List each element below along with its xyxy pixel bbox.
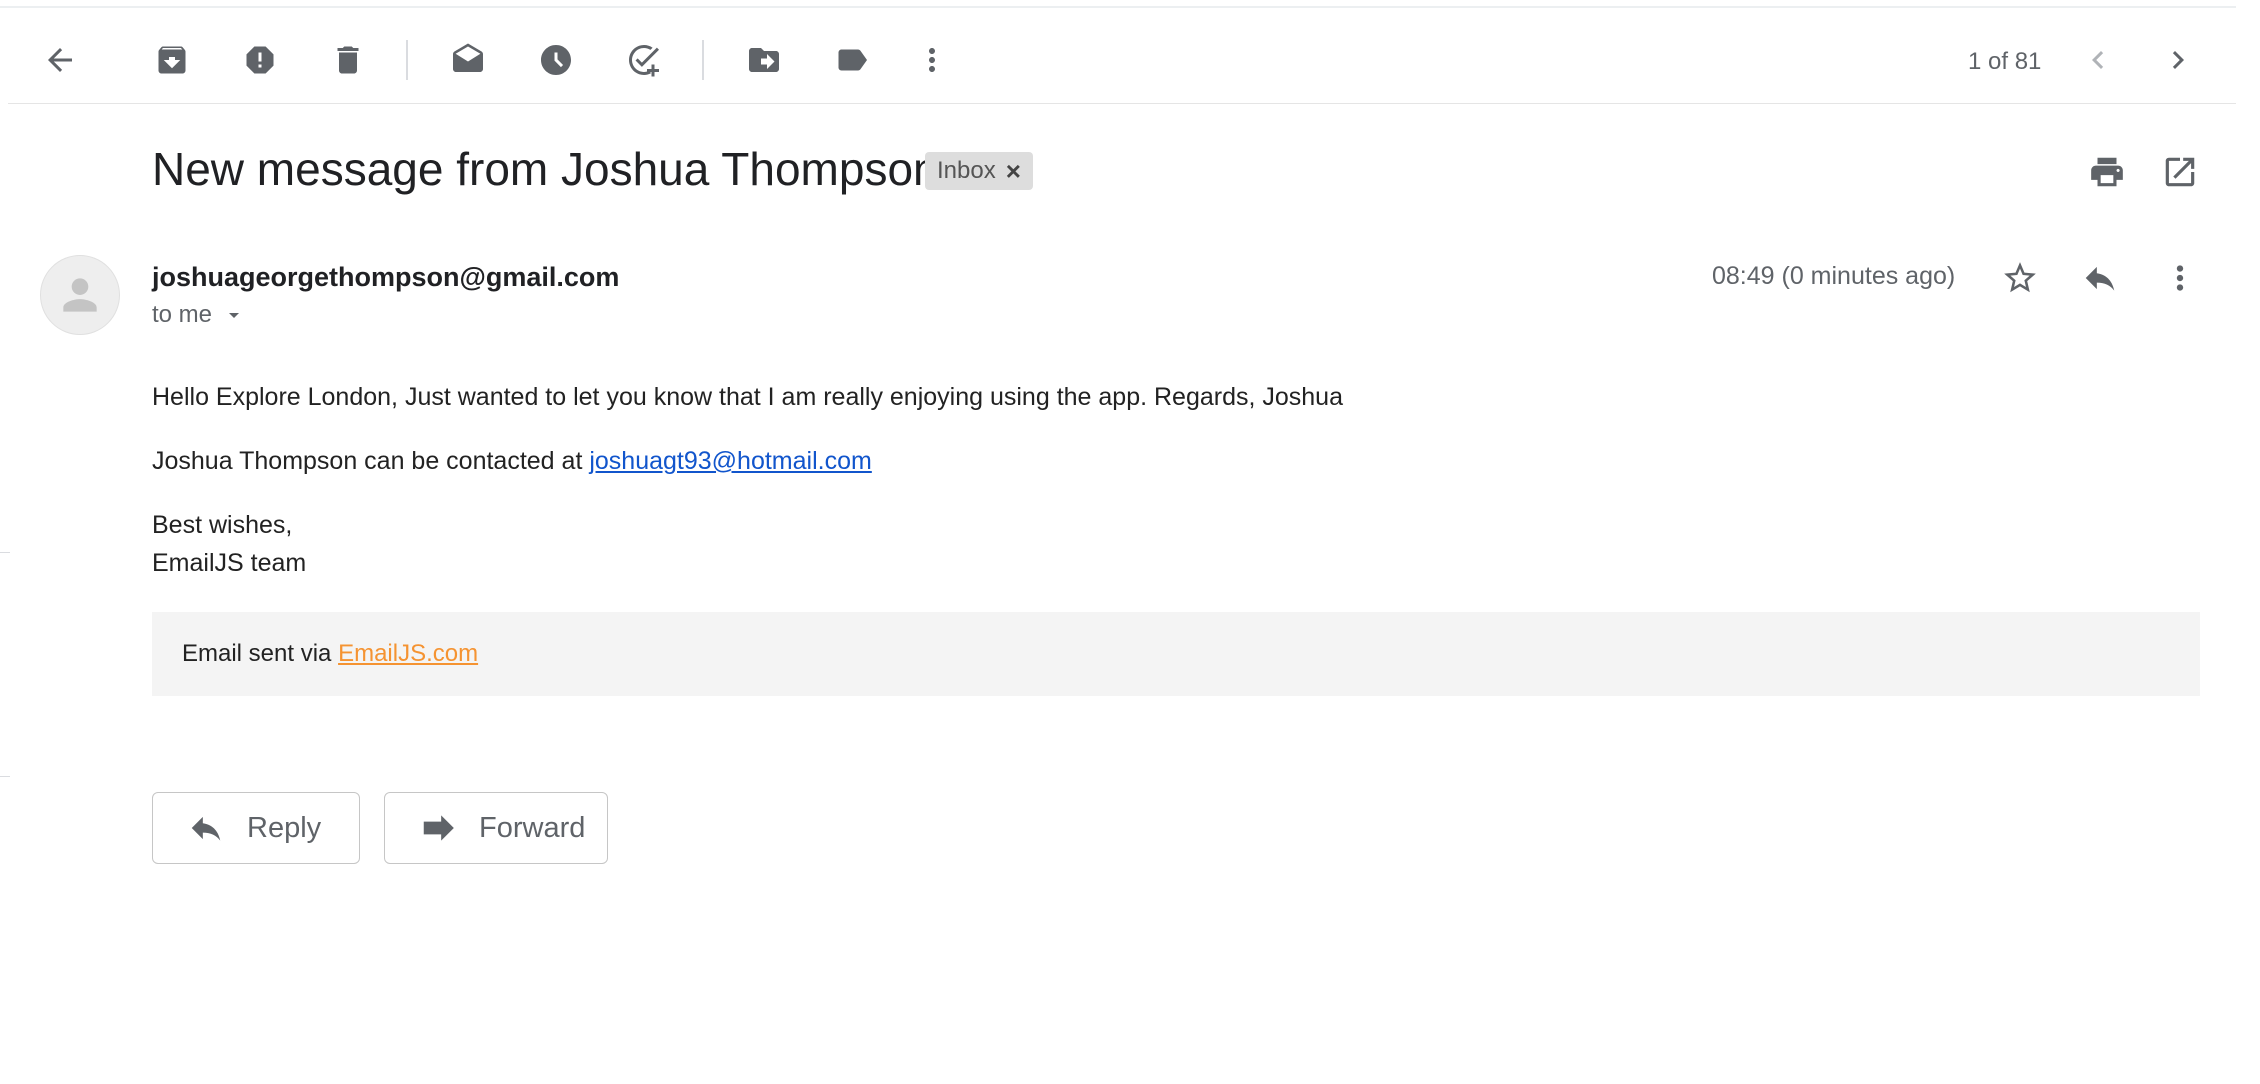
print-icon[interactable]	[2083, 148, 2131, 196]
reply-button[interactable]: Reply	[152, 792, 360, 864]
footer-text: Email sent via EmailJS.com	[182, 640, 478, 668]
arrow-back-icon[interactable]	[36, 36, 84, 84]
avatar[interactable]	[40, 255, 120, 335]
reply-icon	[191, 816, 221, 841]
snooze-icon[interactable]	[532, 36, 580, 84]
forward-icon	[423, 815, 454, 841]
edge-marker	[0, 776, 10, 777]
contact-prefix: Joshua Thompson can be contacted at	[152, 447, 590, 475]
signoff-line: Best wishes,	[152, 511, 293, 539]
add-to-tasks-icon[interactable]	[620, 36, 668, 84]
footer-prefix: Email sent via	[182, 640, 339, 667]
more-vert-icon[interactable]	[2154, 252, 2206, 304]
contact-line: Joshua Thompson can be contacted at josh…	[152, 447, 872, 476]
signoff-team: EmailJS team	[152, 549, 307, 577]
move-to-icon[interactable]	[740, 36, 788, 84]
inbox-label-chip[interactable]: Inbox ×	[925, 152, 1033, 190]
mark-unread-icon[interactable]	[444, 36, 492, 84]
more-vert-icon[interactable]	[908, 36, 956, 84]
person-icon	[63, 278, 97, 312]
emailjs-link[interactable]: EmailJS.com	[338, 640, 478, 667]
caret-down-icon	[229, 313, 240, 318]
star-icon[interactable]	[1994, 252, 2046, 304]
message-timestamp: 08:49 (0 minutes ago)	[1712, 262, 1956, 290]
remove-label-icon[interactable]: ×	[1006, 156, 1021, 187]
email-footer: Email sent via EmailJS.com	[152, 612, 2200, 696]
recipient-text: to me	[152, 301, 213, 328]
open-in-new-window-icon[interactable]	[2156, 148, 2204, 196]
edge-marker	[0, 552, 10, 553]
pager-count: 1 of 81	[1968, 48, 2042, 75]
contact-email-link[interactable]: joshuagt93@hotmail.com	[589, 447, 871, 475]
forward-label: Forward	[479, 811, 586, 844]
top-border	[0, 6, 2236, 8]
archive-icon[interactable]	[148, 36, 196, 84]
reply-icon[interactable]	[2074, 252, 2126, 304]
reply-label: Reply	[247, 811, 322, 844]
report-spam-icon[interactable]	[236, 36, 284, 84]
message-body-line: Hello Explore London, Just wanted to let…	[152, 383, 1343, 411]
forward-button[interactable]: Forward	[384, 792, 608, 864]
recipient-details-toggle[interactable]: to me	[152, 301, 246, 329]
toolbar-divider	[406, 40, 408, 80]
delete-icon[interactable]	[324, 36, 372, 84]
toolbar-divider	[702, 40, 704, 80]
chevron-left-icon[interactable]	[2074, 36, 2122, 84]
label-text: Inbox	[937, 157, 996, 184]
label-icon[interactable]	[828, 36, 876, 84]
email-subject: New message from Joshua Thompson	[152, 143, 939, 195]
chevron-right-icon[interactable]	[2154, 36, 2202, 84]
sender-address[interactable]: joshuageorgethompson@gmail.com	[152, 262, 619, 293]
message-toolbar: 1 of 81	[8, 10, 2236, 104]
